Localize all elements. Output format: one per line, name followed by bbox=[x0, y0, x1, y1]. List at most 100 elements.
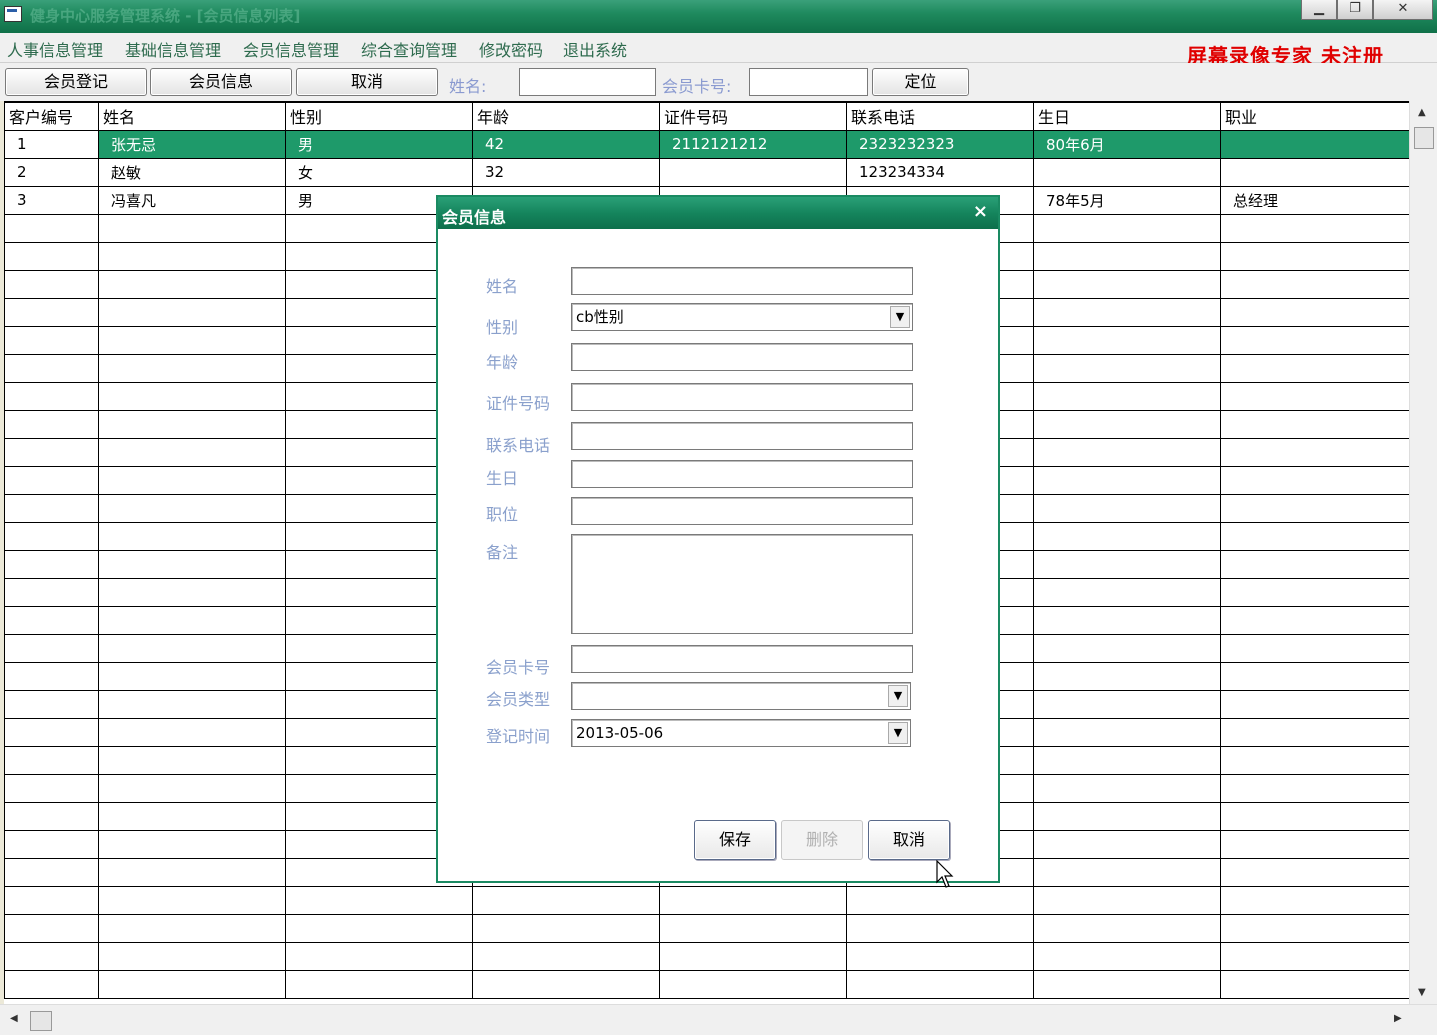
table-cell[interactable] bbox=[1220, 465, 1409, 495]
table-cell[interactable] bbox=[1220, 157, 1409, 187]
table-cell[interactable] bbox=[1033, 465, 1221, 495]
table-cell[interactable] bbox=[659, 885, 847, 915]
table-cell[interactable] bbox=[285, 969, 473, 999]
table-cell[interactable] bbox=[98, 381, 286, 411]
table-cell[interactable] bbox=[1220, 689, 1409, 719]
table-cell[interactable] bbox=[1033, 269, 1221, 299]
card-number-field[interactable] bbox=[571, 645, 913, 673]
chevron-down-icon[interactable]: ▼ bbox=[888, 722, 908, 744]
table-cell[interactable] bbox=[1033, 801, 1221, 831]
table-cell[interactable] bbox=[98, 661, 286, 691]
table-cell[interactable] bbox=[98, 213, 286, 243]
table-cell[interactable] bbox=[1220, 605, 1409, 635]
column-header[interactable]: 职业 bbox=[1220, 101, 1409, 131]
gender-select[interactable]: cb性别 ▼ bbox=[571, 303, 913, 331]
register-time-picker[interactable]: 2013-05-06 ▼ bbox=[571, 719, 911, 747]
table-cell[interactable] bbox=[1033, 857, 1221, 887]
table-cell[interactable] bbox=[4, 549, 99, 579]
id-number-field[interactable] bbox=[571, 383, 913, 411]
delete-button[interactable]: 删除 bbox=[781, 820, 863, 860]
scroll-down-icon[interactable]: ▼ bbox=[1418, 987, 1426, 998]
table-cell[interactable] bbox=[285, 913, 473, 943]
table-cell[interactable] bbox=[1033, 325, 1221, 355]
table-cell[interactable] bbox=[4, 577, 99, 607]
column-header[interactable]: 年龄 bbox=[472, 101, 660, 131]
table-cell[interactable] bbox=[1033, 661, 1221, 691]
table-cell[interactable] bbox=[4, 465, 99, 495]
table-cell[interactable] bbox=[4, 885, 99, 915]
chevron-down-icon[interactable]: ▼ bbox=[890, 306, 910, 328]
table-cell[interactable] bbox=[1220, 353, 1409, 383]
scroll-up-icon[interactable]: ▲ bbox=[1418, 107, 1426, 118]
table-cell[interactable]: 1 bbox=[4, 129, 99, 159]
menu-query[interactable]: 综合查询管理 bbox=[361, 37, 457, 61]
table-cell[interactable] bbox=[98, 325, 286, 355]
position-field[interactable] bbox=[571, 497, 913, 525]
age-field[interactable] bbox=[571, 343, 913, 371]
note-textarea[interactable] bbox=[571, 534, 913, 634]
table-cell[interactable] bbox=[98, 493, 286, 523]
table-cell[interactable] bbox=[1220, 213, 1409, 243]
menu-exit[interactable]: 退出系统 bbox=[563, 37, 627, 61]
table-cell[interactable]: 2 bbox=[4, 157, 99, 187]
table-cell[interactable] bbox=[659, 913, 847, 943]
table-cell[interactable] bbox=[285, 941, 473, 971]
close-icon[interactable]: × bbox=[973, 201, 988, 222]
vertical-scroll-thumb[interactable] bbox=[1414, 127, 1434, 149]
table-cell[interactable] bbox=[4, 493, 99, 523]
table-cell[interactable] bbox=[4, 325, 99, 355]
table-cell[interactable] bbox=[4, 213, 99, 243]
minimize-button[interactable]: ▁ bbox=[1301, 0, 1337, 20]
table-cell[interactable]: 女 bbox=[285, 157, 473, 187]
restore-button[interactable]: ❐ bbox=[1337, 0, 1373, 20]
table-row[interactable] bbox=[4, 941, 1409, 971]
table-cell[interactable]: 3 bbox=[4, 185, 99, 215]
menu-change-password[interactable]: 修改密码 bbox=[479, 37, 543, 61]
table-cell[interactable] bbox=[4, 381, 99, 411]
table-cell[interactable] bbox=[98, 409, 286, 439]
table-cell[interactable]: 123234334 bbox=[846, 157, 1034, 187]
birthday-field[interactable] bbox=[571, 460, 913, 488]
table-cell[interactable] bbox=[659, 157, 847, 187]
table-cell[interactable] bbox=[4, 913, 99, 943]
table-cell[interactable] bbox=[1033, 353, 1221, 383]
table-cell[interactable]: 78年5月 bbox=[1033, 185, 1221, 215]
table-cell[interactable] bbox=[1220, 885, 1409, 915]
table-cell[interactable] bbox=[1033, 157, 1221, 187]
column-header[interactable]: 联系电话 bbox=[846, 101, 1034, 131]
table-cell[interactable] bbox=[4, 689, 99, 719]
table-cell[interactable] bbox=[98, 297, 286, 327]
table-cell[interactable]: 冯喜凡 bbox=[98, 185, 286, 215]
vertical-scrollbar[interactable]: ▲ ▼ bbox=[1409, 101, 1437, 1004]
column-header[interactable]: 证件号码 bbox=[659, 101, 847, 131]
table-cell[interactable] bbox=[1033, 829, 1221, 859]
horizontal-scroll-thumb[interactable] bbox=[30, 1011, 52, 1031]
member-info-button[interactable]: 会员信息 bbox=[150, 68, 292, 96]
table-cell[interactable] bbox=[4, 633, 99, 663]
table-cell[interactable] bbox=[4, 661, 99, 691]
locate-button[interactable]: 定位 bbox=[872, 68, 969, 96]
table-cell[interactable] bbox=[659, 969, 847, 999]
table-cell[interactable] bbox=[1220, 717, 1409, 747]
chevron-down-icon[interactable]: ▼ bbox=[888, 685, 908, 707]
table-cell[interactable] bbox=[98, 773, 286, 803]
table-cell[interactable] bbox=[1220, 773, 1409, 803]
column-header[interactable]: 性别 bbox=[285, 101, 473, 131]
table-cell[interactable] bbox=[98, 521, 286, 551]
table-cell[interactable] bbox=[1033, 969, 1221, 999]
table-cell[interactable]: 张无忌 bbox=[98, 129, 286, 159]
table-cell[interactable] bbox=[1033, 493, 1221, 523]
table-row[interactable] bbox=[4, 913, 1409, 943]
table-cell[interactable] bbox=[1220, 913, 1409, 943]
table-cell[interactable] bbox=[472, 941, 660, 971]
table-cell[interactable] bbox=[98, 969, 286, 999]
table-cell[interactable] bbox=[1220, 549, 1409, 579]
horizontal-scrollbar[interactable]: ◀ ▶ bbox=[0, 1004, 1437, 1035]
table-cell[interactable] bbox=[4, 409, 99, 439]
table-cell[interactable] bbox=[1033, 549, 1221, 579]
table-cell[interactable] bbox=[1220, 437, 1409, 467]
table-cell[interactable] bbox=[1220, 577, 1409, 607]
table-cell[interactable] bbox=[1033, 213, 1221, 243]
table-cell[interactable] bbox=[1220, 325, 1409, 355]
table-cell[interactable] bbox=[4, 969, 99, 999]
